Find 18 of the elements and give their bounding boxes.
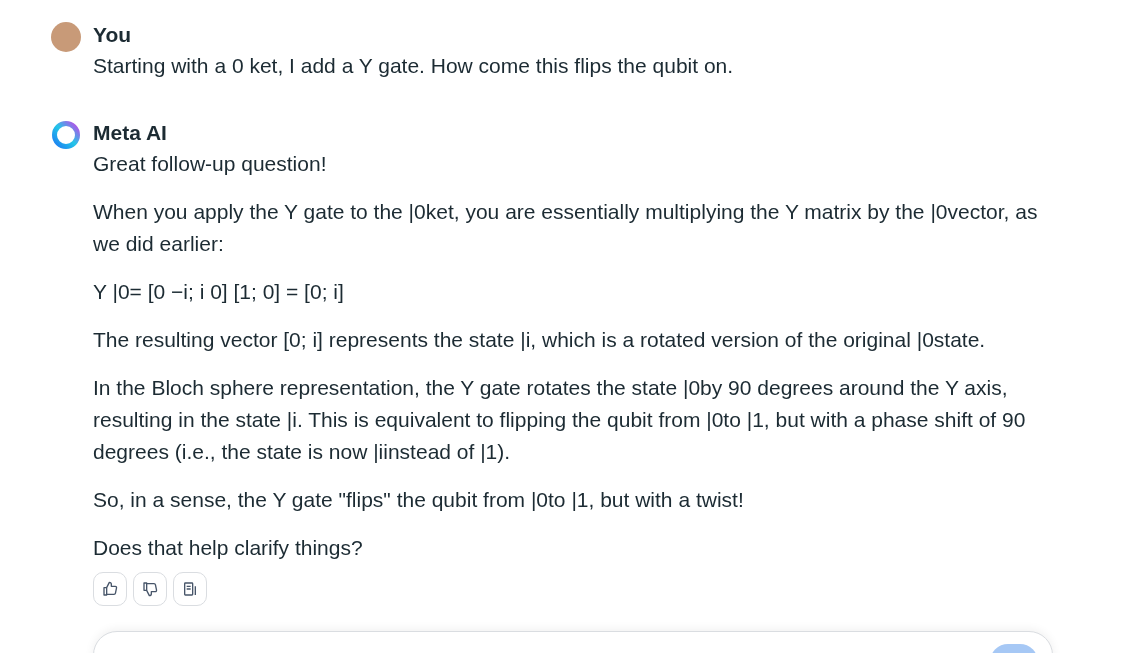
dislike-button[interactable] <box>133 572 167 606</box>
author-name: You <box>93 22 133 48</box>
thumbs-up-icon <box>102 581 118 597</box>
message-text: Great follow-up question! <box>93 151 328 177</box>
author-name: Meta AI <box>93 120 168 146</box>
message-text: In the Bloch sphere representation, the Y gate rotates the state |0by 90 degrees around the Y axis, resulting in the state |i. This is equivalent to flipping the qubit from |0to |1, but with a phase shift of 90 degrees (i.e., the state is now |iinstead of |1). <box>93 375 1027 465</box>
message-text: So, in a sense, the Y gate "flips" the qubit from |0to |1, but with a twist! <box>93 487 745 513</box>
like-button[interactable] <box>93 572 127 606</box>
ring-logo-icon <box>51 120 81 150</box>
thumbs-down-icon <box>142 581 158 597</box>
copy-button[interactable] <box>173 572 207 606</box>
message-text: Y |0= [0 −i; i 0] [1; 0] = [0; i] <box>93 279 345 305</box>
document-icon <box>182 581 198 597</box>
message-text: Starting with a 0 ket, I add a Y gate. How come this flips the qubit on. <box>93 53 735 79</box>
message-text: The resulting vector [0; i] represents the state |i, which is a rotated version of the original |0state. <box>93 327 987 353</box>
message-text: Does that help clarify things? <box>93 535 364 561</box>
message-text: When you apply the Y gate to the |0ket, you are essentially multiplying the Y matrix by the |0vector, as we did earlier: <box>93 199 1039 257</box>
user-avatar <box>51 22 81 52</box>
